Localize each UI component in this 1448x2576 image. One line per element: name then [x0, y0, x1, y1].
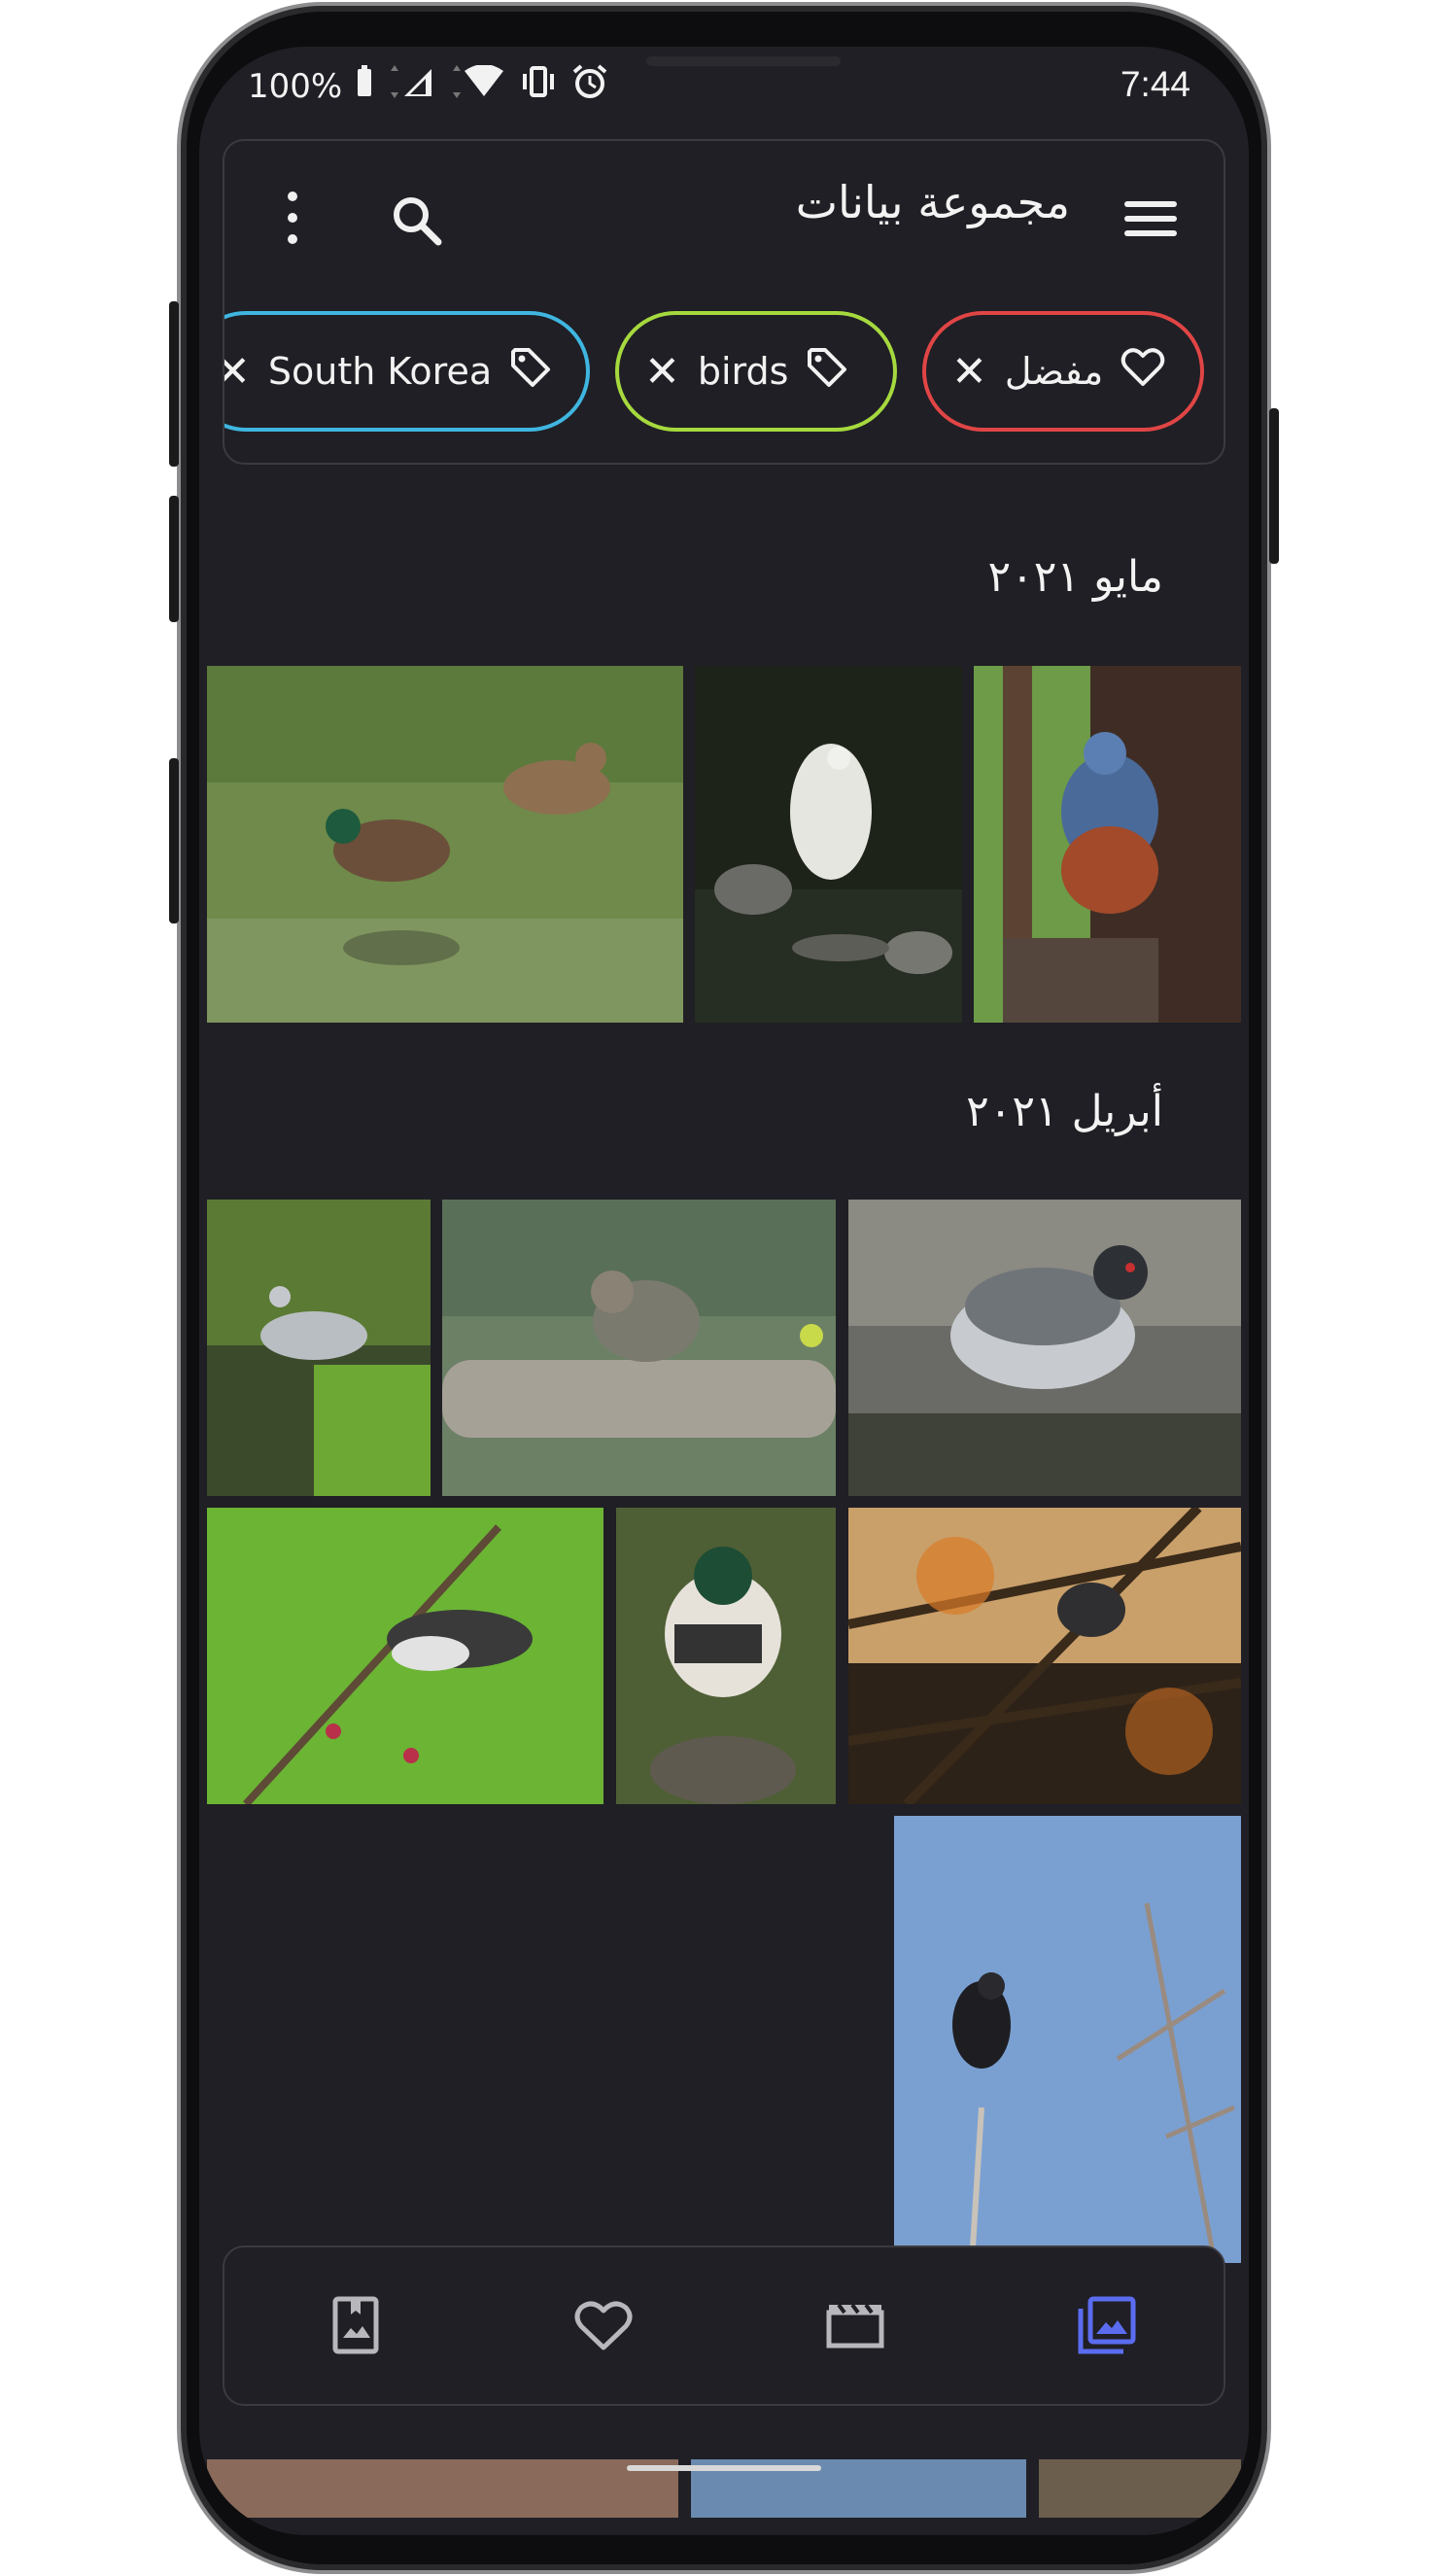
album-icon[interactable]	[322, 2291, 390, 2359]
filter-chip-label: مفضل	[1004, 350, 1104, 393]
photo-thumbnail[interactable]	[207, 2459, 678, 2518]
photo-thumbnail[interactable]	[207, 666, 683, 1023]
filter-chip-label: birds	[697, 350, 789, 393]
photo-thumbnail[interactable]	[974, 666, 1241, 1023]
collections-icon[interactable]	[1073, 2291, 1141, 2359]
remove-filter-icon[interactable]: ✕	[644, 347, 680, 397]
alarm-icon	[571, 64, 608, 108]
power-button	[1269, 408, 1279, 564]
section-heading: أبريل ٢٠٢١	[966, 1087, 1163, 1136]
filter-chip-favorites[interactable]: ✕ مفضل	[922, 311, 1204, 432]
photo-thumbnail[interactable]	[894, 1816, 1241, 2263]
clock: 7:44	[1120, 64, 1190, 104]
filter-chip-label: South Korea	[267, 350, 493, 393]
favorites-heart-icon[interactable]	[569, 2291, 638, 2359]
bottom-navigation	[223, 2245, 1225, 2406]
screen: 100% 7:44 مجموعة بيانات ✕ مفضل ✕ birds ✕…	[199, 47, 1249, 2535]
tag-icon	[509, 346, 552, 398]
search-app-bar: مجموعة بيانات ✕ مفضل ✕ birds ✕ South Kor…	[223, 139, 1225, 465]
cell-signal-icon	[387, 65, 435, 107]
photo-thumbnail[interactable]	[1039, 2459, 1241, 2518]
photo-thumbnail[interactable]	[207, 1508, 603, 1804]
vibrate-icon	[519, 65, 558, 107]
hamburger-menu-icon[interactable]	[1124, 201, 1177, 236]
section-heading: مايو ٢٠٢١	[987, 552, 1163, 602]
heart-icon	[1120, 347, 1165, 397]
filter-chip-south-korea[interactable]: ✕ South Korea	[224, 311, 590, 432]
remove-filter-icon[interactable]: ✕	[951, 347, 987, 397]
filter-chips: ✕ مفضل ✕ birds ✕ South Korea	[224, 311, 1227, 447]
more-options-icon[interactable]	[283, 191, 302, 250]
tag-icon	[806, 346, 848, 398]
photo-thumbnail[interactable]	[848, 1200, 1241, 1496]
search-icon[interactable]	[388, 191, 446, 254]
photo-thumbnail[interactable]	[616, 1508, 836, 1804]
silent-button	[169, 758, 179, 923]
page-title: مجموعة بيانات	[795, 176, 1070, 228]
photo-thumbnail[interactable]	[442, 1200, 836, 1496]
photo-thumbnail[interactable]	[848, 1508, 1241, 1804]
wifi-icon	[449, 64, 505, 107]
photo-thumbnail[interactable]	[695, 666, 962, 1023]
battery-percent: 100%	[248, 66, 343, 106]
remove-filter-icon[interactable]: ✕	[224, 347, 251, 397]
gesture-handle[interactable]	[627, 2465, 821, 2471]
videos-clapper-icon[interactable]	[821, 2291, 889, 2359]
battery-icon	[356, 65, 373, 107]
volume-up-button	[169, 301, 179, 467]
volume-down-button	[169, 496, 179, 622]
status-bar: 100% 7:44	[199, 47, 1249, 124]
photo-thumbnail[interactable]	[207, 1200, 431, 1496]
filter-chip-birds[interactable]: ✕ birds	[615, 311, 897, 432]
